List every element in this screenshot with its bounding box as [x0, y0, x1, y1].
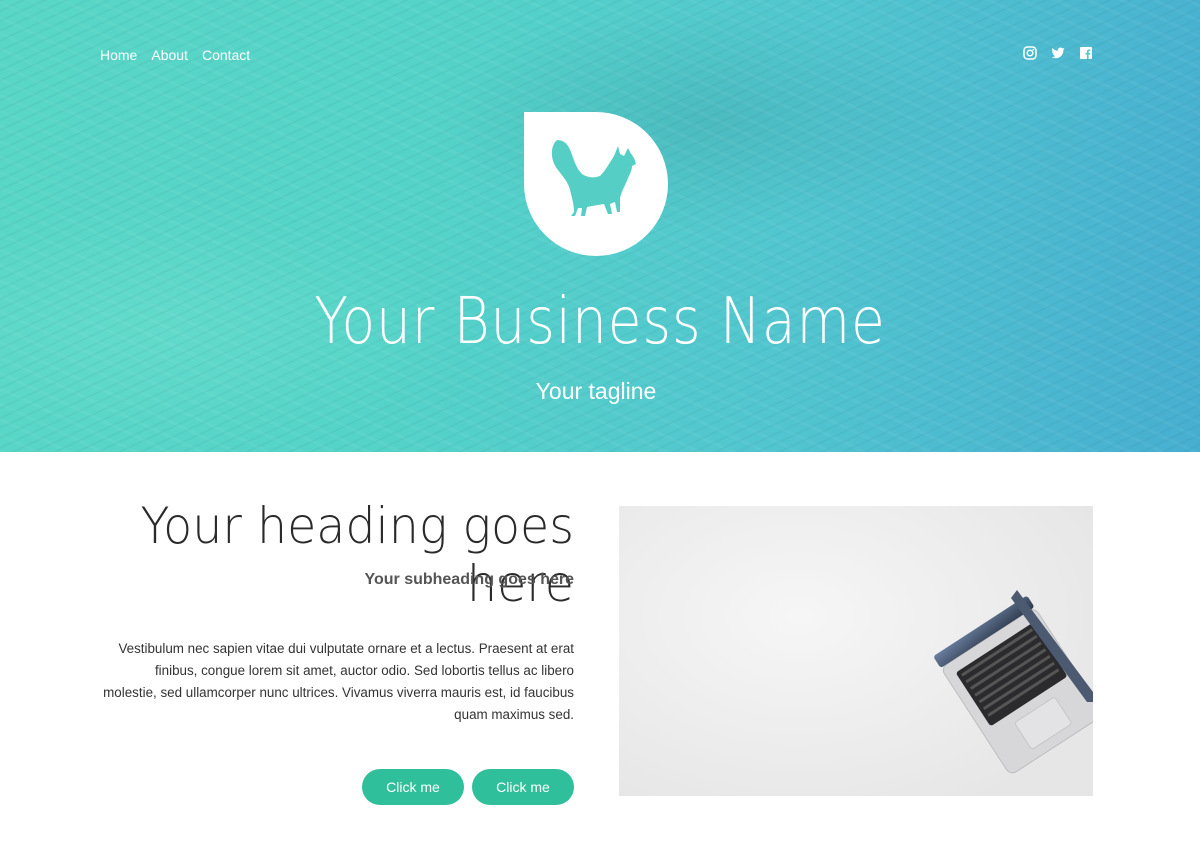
fox-logo-icon [524, 112, 669, 257]
nav-contact-link[interactable]: Contact [202, 47, 250, 63]
twitter-icon[interactable] [1051, 46, 1065, 60]
hero-banner: Home About Contact Your Business Name Yo… [0, 0, 1200, 452]
business-name: Your Business Name [314, 285, 886, 359]
laptop-photo [619, 506, 1093, 796]
click-me-button-2[interactable]: Click me [472, 769, 574, 805]
body-paragraph: Vestibulum nec sapien vitae dui vulputat… [103, 641, 574, 722]
section-heading: Your heading goes here [140, 497, 574, 613]
tagline: Your tagline [535, 378, 657, 404]
nav-home-link[interactable]: Home [100, 47, 137, 63]
social-links [1023, 46, 1093, 60]
facebook-icon[interactable] [1079, 46, 1093, 60]
laptop-image [934, 590, 1093, 774]
top-nav: Home About Contact [100, 47, 250, 63]
nav-about-link[interactable]: About [151, 47, 188, 63]
button-group: Click me Click me [362, 769, 574, 805]
click-me-button-1[interactable]: Click me [362, 769, 464, 805]
instagram-icon[interactable] [1023, 46, 1037, 60]
section-subheading: Your subheading goes here [364, 571, 574, 588]
